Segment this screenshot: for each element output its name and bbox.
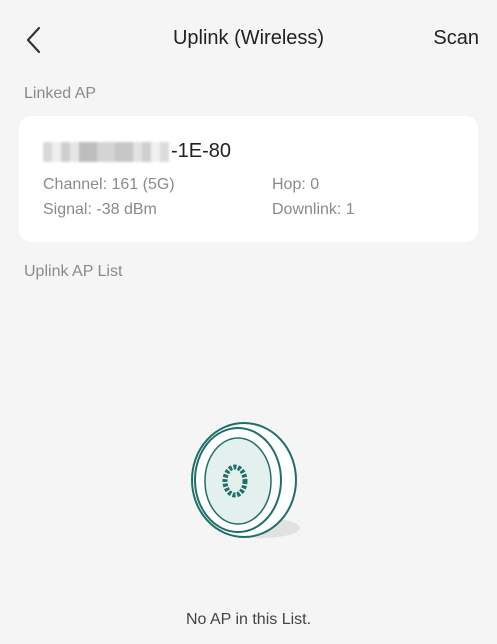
scan-button[interactable]: Scan [433,27,479,50]
channel-info: Channel: 161 (5G) [43,176,175,193]
masked-ap-name [43,141,169,162]
access-point-device-icon [190,420,305,545]
signal-info: Signal: -38 dBm [43,201,157,218]
navigation-bar: Uplink (Wireless) Scan [0,0,497,78]
ap-name-suffix: -1E-80 [171,140,232,162]
hop-info: Hop: 0 [272,176,320,193]
ap-name: -1E-80 [43,140,231,163]
page-title: Uplink (Wireless) [172,27,325,49]
uplink-list-section-label: Uplink AP List [24,263,123,280]
downlink-info: Downlink: 1 [272,201,355,218]
linked-ap-card[interactable]: -1E-80 Channel: 161 (5G) Hop: 0 Signal: … [19,116,478,242]
linked-ap-section-label: Linked AP [24,85,97,102]
empty-list-message: No AP in this List. [185,611,312,628]
